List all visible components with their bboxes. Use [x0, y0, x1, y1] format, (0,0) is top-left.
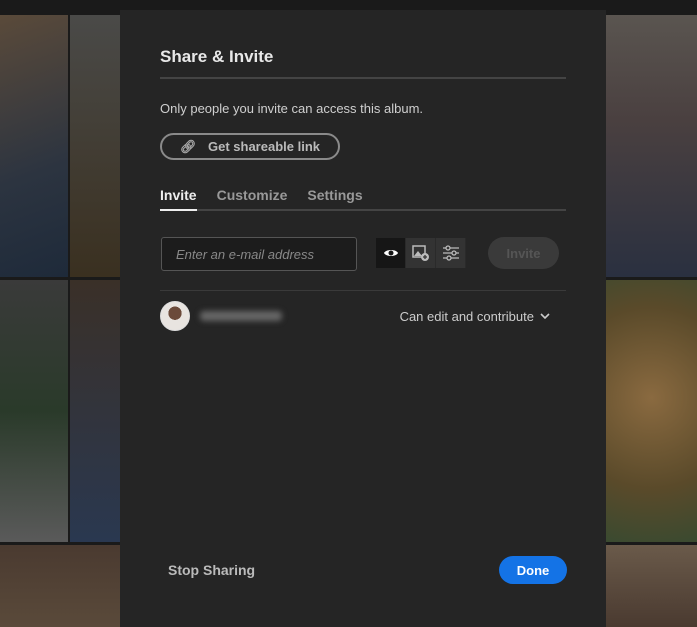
photo-tile — [606, 15, 697, 277]
tab-settings[interactable]: Settings — [307, 187, 362, 209]
link-icon: 🔗︎ — [180, 138, 197, 154]
member-name-blurred — [200, 311, 282, 321]
done-button[interactable]: Done — [499, 556, 567, 584]
photo-tile — [0, 545, 120, 627]
email-input[interactable] — [161, 237, 357, 271]
member-row: Can edit and contribute — [160, 300, 566, 332]
photo-tile — [0, 15, 68, 277]
add-photo-icon[interactable] — [406, 238, 436, 268]
tab-bar: Invite Customize Settings — [160, 187, 566, 211]
divider — [160, 77, 566, 79]
photo-tile — [70, 280, 120, 542]
photo-tile — [606, 545, 697, 627]
photo-tile — [70, 15, 120, 277]
tab-invite[interactable]: Invite — [160, 187, 197, 211]
share-invite-dialog: Share & Invite Only people you invite ca… — [120, 10, 606, 627]
chevron-down-icon — [540, 313, 550, 319]
role-selector — [376, 238, 466, 268]
sliders-icon[interactable] — [436, 238, 466, 268]
divider — [160, 290, 566, 291]
access-description: Only people you invite can access this a… — [160, 101, 424, 116]
permission-dropdown[interactable]: Can edit and contribute — [400, 309, 550, 324]
get-shareable-link-button[interactable]: 🔗︎ Get shareable link — [160, 133, 340, 160]
eye-icon[interactable] — [376, 238, 406, 268]
photo-tile — [606, 280, 697, 542]
stop-sharing-button[interactable]: Stop Sharing — [168, 562, 255, 578]
avatar — [160, 301, 190, 331]
invite-button[interactable]: Invite — [488, 237, 559, 269]
photo-tile — [0, 280, 68, 542]
dialog-title: Share & Invite — [160, 47, 274, 66]
tab-customize[interactable]: Customize — [217, 187, 288, 209]
